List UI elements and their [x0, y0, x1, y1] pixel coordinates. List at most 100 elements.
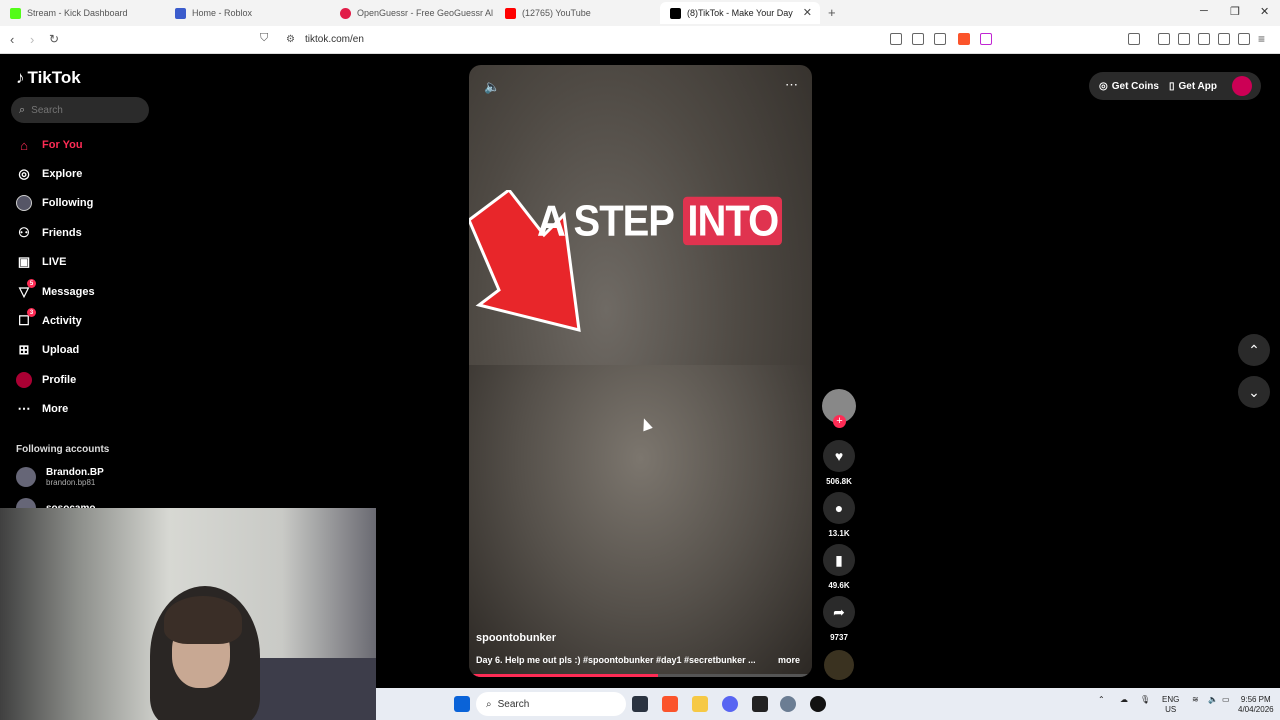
video-frame [469, 365, 812, 677]
video-player[interactable]: A STEP INTO 🔈 ⋯ spoontobunker Day 6. Hel… [469, 65, 812, 677]
speaker-icon[interactable]: 🔈 [1208, 695, 1218, 705]
activity-badge: 3 [27, 308, 36, 317]
chevron-up-icon[interactable]: ⌃ [1098, 695, 1105, 705]
previous-video-button[interactable]: ⌃ [1238, 334, 1270, 366]
wifi-icon[interactable]: ≋ [1192, 695, 1199, 705]
back-icon[interactable]: ‹ [10, 32, 14, 47]
windows-start-icon[interactable] [454, 696, 470, 712]
nav-live[interactable]: ▣ LIVE [16, 254, 67, 270]
url-field[interactable]: tiktok.com/en [305, 34, 364, 45]
settings-icon[interactable] [780, 696, 796, 712]
vpn-icon[interactable] [1238, 33, 1250, 45]
discord-icon[interactable] [722, 696, 738, 712]
get-app-button[interactable]: ▯ Get App [1159, 81, 1217, 92]
nav-profile[interactable]: Profile [16, 372, 76, 388]
menu-icon[interactable]: ≡ [1258, 32, 1265, 46]
nav-friends[interactable]: ⚇ Friends [16, 225, 82, 241]
new-tab-button[interactable]: + [828, 5, 836, 20]
bookmark-icon[interactable]: ▮ [823, 544, 855, 576]
share-icon[interactable] [934, 33, 946, 45]
tab-roblox[interactable]: Home - Roblox [165, 2, 330, 24]
tiktok-logo[interactable]: ♪ TikTok [16, 68, 81, 88]
tab-label: Home - Roblox [192, 8, 253, 18]
tab-youtube[interactable]: (12765) YouTube [495, 2, 660, 24]
get-coins-button[interactable]: ◎ Get Coins [1089, 81, 1159, 92]
reload-icon[interactable]: ↻ [49, 32, 59, 46]
maximize-icon[interactable]: ❐ [1230, 5, 1240, 18]
extension-icon[interactable] [890, 33, 902, 45]
clock[interactable]: 9:56 PM 4/04/2026 [1238, 695, 1274, 715]
user-avatar[interactable] [1232, 76, 1252, 96]
caption-more-button[interactable]: more [778, 655, 800, 665]
battery-icon[interactable]: ▭ [1222, 695, 1230, 705]
media-icon[interactable] [1158, 33, 1170, 45]
avatar [16, 467, 36, 487]
onedrive-icon[interactable]: ☁ [1120, 695, 1128, 705]
nav-upload[interactable]: ⊞ Upload [16, 342, 80, 358]
video-progress-bar[interactable] [469, 674, 812, 677]
compass-icon: ◎ [18, 166, 30, 181]
share-action[interactable]: ➦ 9737 [822, 596, 856, 642]
wallet-icon[interactable] [1198, 33, 1210, 45]
follow-plus-icon[interactable]: + [833, 415, 846, 428]
taskbar-search[interactable]: ⌕ Search [476, 692, 626, 716]
comment-icon[interactable]: ● [823, 492, 855, 524]
close-icon[interactable]: ✕ [803, 6, 812, 19]
nav-label: LIVE [42, 256, 67, 268]
tab-openguessr[interactable]: OpenGuessr - Free GeoGuessr Al [330, 2, 495, 24]
video-author[interactable]: spoontobunker [476, 632, 556, 644]
nav-explore[interactable]: ◎ Explore [16, 166, 82, 182]
nav-label: For You [42, 139, 83, 151]
comment-count: 13.1K [828, 529, 850, 538]
epic-games-icon[interactable] [752, 696, 768, 712]
heart-icon[interactable]: ♥ [823, 440, 855, 472]
following-account[interactable]: Brandon.BP brandon.bp81 [16, 467, 104, 487]
comment-action[interactable]: ● 13.1K [822, 492, 856, 538]
file-explorer-icon[interactable] [692, 696, 708, 712]
reader-icon[interactable] [1178, 33, 1190, 45]
site-info-icon[interactable]: ⚙ [286, 34, 295, 45]
brave-shield-icon[interactable] [958, 33, 970, 45]
nav-more[interactable]: ⋯ More [16, 401, 69, 417]
brave-rewards-icon[interactable] [980, 33, 992, 45]
overlay-text-highlight: INTO [683, 196, 783, 246]
tab-kick[interactable]: Stream - Kick Dashboard [0, 2, 165, 24]
save-action[interactable]: ▮ 49.6K [822, 544, 856, 590]
nav-activity[interactable]: ☐ 3 Activity [16, 308, 82, 329]
volume-icon[interactable]: 🔈 [484, 79, 500, 95]
nav-messages[interactable]: ▽ 5 Messages [16, 279, 95, 300]
messages-badge: 5 [27, 279, 36, 288]
nav-label: Messages [42, 286, 95, 298]
nav-following[interactable]: Following [16, 195, 93, 211]
tab-tiktok[interactable]: (8)TikTok - Make Your Day ✕ [660, 2, 820, 24]
brave-icon[interactable] [662, 696, 678, 712]
logo-text: TikTok [27, 68, 81, 87]
sidebar-toggle-icon[interactable] [1128, 33, 1140, 45]
activity-icon: ☐ 3 [16, 308, 36, 329]
minimize-icon[interactable]: ─ [1200, 5, 1208, 17]
obs-icon[interactable] [810, 696, 826, 712]
leo-ai-icon[interactable] [1218, 33, 1230, 45]
youtube-icon [505, 7, 516, 19]
next-video-button[interactable]: ⌄ [1238, 376, 1270, 408]
like-count: 506.8K [826, 477, 852, 486]
video-progress-fill [469, 674, 658, 677]
microphone-icon[interactable]: 🎙 [1140, 695, 1150, 705]
messages-icon: ▽ 5 [16, 279, 36, 300]
search-box[interactable]: ⌕ [11, 97, 149, 123]
language-indicator[interactable]: ENG US [1162, 695, 1179, 715]
bookmark-icon[interactable]: ⛉ [260, 32, 268, 45]
account-name: Brandon.BP [46, 467, 104, 478]
nav-for-you[interactable]: ⌂ For You [16, 137, 83, 153]
close-window-icon[interactable]: ✕ [1260, 5, 1269, 18]
like-action[interactable]: ♥ 506.8K [822, 440, 856, 486]
forward-icon[interactable]: › [30, 32, 34, 47]
cast-icon[interactable] [912, 33, 924, 45]
music-disc-icon[interactable] [824, 650, 854, 680]
live-icon: ▣ [17, 254, 31, 269]
search-input[interactable] [31, 104, 142, 116]
tab-label: OpenGuessr - Free GeoGuessr Al [357, 8, 494, 18]
video-options-icon[interactable]: ⋯ [785, 77, 798, 93]
task-view-icon[interactable] [632, 696, 648, 712]
share-icon[interactable]: ➦ [823, 596, 855, 628]
